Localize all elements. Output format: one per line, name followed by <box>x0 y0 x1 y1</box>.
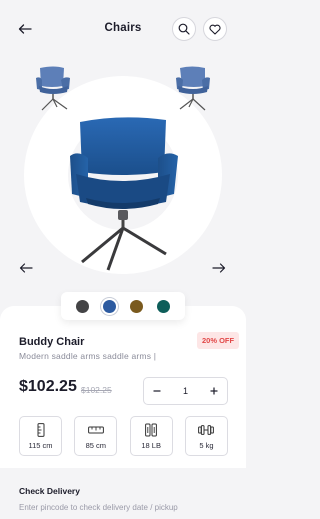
quantity-stepper: 1 <box>143 377 228 405</box>
plus-icon <box>210 387 218 395</box>
previous-image-button[interactable] <box>17 260 35 276</box>
color-swatch-bronze[interactable] <box>130 299 143 313</box>
search-icon <box>178 23 190 35</box>
next-image-button[interactable] <box>210 260 228 276</box>
favorite-button[interactable] <box>203 17 227 41</box>
color-swatch-blue[interactable] <box>103 299 116 313</box>
quantity-value[interactable]: 1 <box>170 386 201 396</box>
top-bar: Chairs <box>0 14 246 44</box>
load-icon <box>145 423 158 436</box>
spec-label: 85 cm <box>85 441 107 450</box>
chair-thumbnail-left[interactable] <box>34 64 74 112</box>
check-delivery-section[interactable]: Check Delivery Enter pincode to check de… <box>0 472 246 519</box>
spec-list: 115 cm 85 cm 18 LB 5 kg <box>19 416 228 456</box>
product-details-card: Buddy Chair 20% OFF Modern saddle arms s… <box>0 306 246 468</box>
weight-icon <box>198 424 215 435</box>
product-description: Modern saddle arms saddle arms | <box>19 351 157 361</box>
arrow-right-icon <box>212 263 226 273</box>
search-button[interactable] <box>172 17 196 41</box>
arrow-left-icon <box>19 263 33 273</box>
spec-label: 5 kg <box>199 441 214 450</box>
minus-icon <box>153 390 161 392</box>
heart-icon <box>209 24 221 35</box>
color-swatch-charcoal[interactable] <box>76 299 89 313</box>
discount-badge: 20% OFF <box>197 332 240 349</box>
spec-load: 18 LB <box>129 416 173 456</box>
spec-width: 85 cm <box>74 416 118 456</box>
chair-thumbnail-right[interactable] <box>172 64 212 112</box>
spec-weight: 5 kg <box>184 416 228 456</box>
main-chair-image <box>70 117 178 271</box>
spec-height: 115 cm <box>19 416 62 456</box>
decrease-quantity-button[interactable] <box>144 378 170 404</box>
product-price: $102.25 <box>19 378 77 395</box>
pincode-prompt: Enter pincode to check delivery date / p… <box>19 503 178 512</box>
increase-quantity-button[interactable] <box>201 378 227 404</box>
width-icon <box>87 426 104 433</box>
spec-label: 115 cm <box>28 441 53 450</box>
check-delivery-title: Check Delivery <box>19 486 80 496</box>
original-price: $102.25 <box>81 385 112 395</box>
height-icon <box>37 422 44 437</box>
product-name: Buddy Chair <box>19 336 85 348</box>
color-selector <box>61 292 185 320</box>
spec-label: 18 LB <box>141 441 161 450</box>
product-hero: Chairs <box>0 0 246 312</box>
color-swatch-teal[interactable] <box>157 299 170 313</box>
